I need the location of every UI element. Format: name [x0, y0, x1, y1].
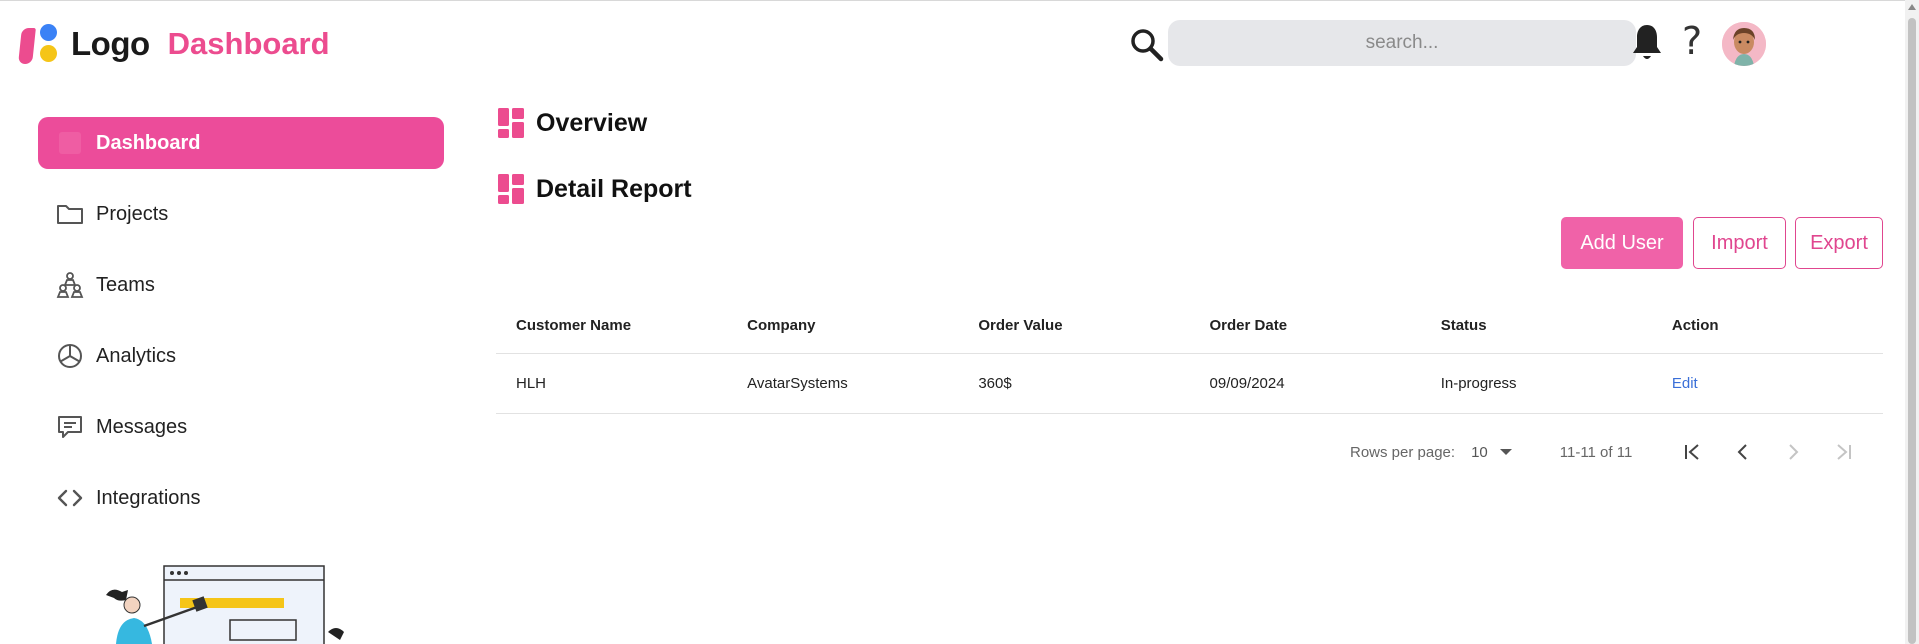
scrollbar-thumb[interactable] — [1908, 18, 1916, 644]
sidebar: Dashboard Projects Teams Analytics Messa… — [38, 117, 444, 543]
sidebar-item-teams[interactable]: Teams — [38, 259, 444, 311]
pagination: Rows per page: 10 11-11 of 11 — [1350, 440, 1880, 464]
table-row: HLH AvatarSystems 360$ 09/09/2024 In-pro… — [496, 354, 1883, 414]
next-page-icon[interactable] — [1780, 440, 1806, 464]
search-box[interactable] — [1168, 20, 1636, 66]
cell-customer-name: HLH — [516, 375, 547, 392]
pie-chart-icon — [56, 342, 84, 370]
export-button[interactable]: Export — [1795, 217, 1883, 269]
vertical-scrollbar[interactable] — [1905, 0, 1919, 644]
dashboard-icon — [56, 129, 84, 157]
caret-down-icon — [1499, 449, 1512, 455]
logo-mark-icon — [18, 24, 60, 64]
column-header-order-value[interactable]: Order Value — [958, 317, 1189, 334]
cell-company: AvatarSystems — [747, 375, 848, 392]
sidebar-item-integrations[interactable]: Integrations — [38, 472, 444, 524]
logo[interactable]: Logo Dashboard — [18, 24, 330, 64]
detail-report-heading: Detail Report — [498, 174, 692, 204]
column-header-customer-name[interactable]: Customer Name — [496, 317, 727, 334]
edit-link[interactable]: Edit — [1652, 375, 1883, 392]
sidebar-item-messages[interactable]: Messages — [38, 401, 444, 453]
page-info: 11-11 of 11 — [1559, 443, 1633, 461]
sidebar-item-label: Messages — [96, 415, 188, 438]
sidebar-item-label: Integrations — [96, 486, 201, 509]
logo-text: Logo — [71, 25, 150, 62]
search-icon[interactable] — [1130, 28, 1164, 62]
code-icon — [56, 484, 84, 512]
add-user-button[interactable]: Add User — [1561, 217, 1683, 269]
help-icon[interactable]: ? — [1682, 22, 1702, 60]
previous-page-icon[interactable] — [1730, 440, 1756, 464]
bell-icon[interactable] — [1632, 22, 1662, 64]
column-header-company[interactable]: Company — [727, 317, 958, 334]
teams-icon — [56, 271, 84, 299]
folder-icon — [56, 200, 84, 228]
sidebar-item-label: Teams — [96, 273, 155, 296]
detail-report-title: Detail Report — [536, 174, 692, 203]
sidebar-item-projects[interactable]: Projects — [38, 188, 444, 240]
app-title: Dashboard — [167, 26, 330, 61]
cell-order-value: 360$ — [978, 375, 1012, 392]
import-button[interactable]: Import — [1693, 217, 1786, 269]
table-header: Customer Name Company Order Value Order … — [496, 298, 1883, 354]
rows-per-page-select[interactable]: 10 — [1471, 444, 1512, 461]
cell-order-date: 09/09/2024 — [1209, 375, 1285, 392]
message-icon — [56, 413, 84, 441]
sidebar-item-analytics[interactable]: Analytics — [38, 330, 444, 382]
sidebar-item-label: Dashboard — [96, 131, 201, 154]
header: Logo Dashboard ? — [0, 0, 1900, 86]
scroll-up-icon[interactable] — [1908, 4, 1916, 10]
last-page-icon[interactable] — [1830, 440, 1856, 464]
first-page-icon[interactable] — [1680, 440, 1706, 464]
sidebar-illustration — [104, 560, 364, 644]
detail-report-table: Customer Name Company Order Value Order … — [496, 298, 1883, 414]
sidebar-item-label: Projects — [96, 202, 169, 225]
cell-status: In-progress — [1440, 375, 1517, 392]
column-header-status[interactable]: Status — [1421, 317, 1652, 334]
avatar[interactable] — [1722, 22, 1766, 66]
search-input[interactable] — [1168, 20, 1636, 66]
column-header-order-date[interactable]: Order Date — [1190, 317, 1421, 334]
overview-title: Overview — [536, 108, 648, 137]
layout-icon — [498, 108, 524, 138]
rows-per-page-value: 10 — [1471, 443, 1488, 461]
overview-heading: Overview — [498, 108, 647, 138]
sidebar-item-dashboard[interactable]: Dashboard — [38, 117, 444, 169]
layout-icon — [498, 174, 524, 204]
column-header-action: Action — [1671, 317, 1719, 334]
rows-per-page-label: Rows per page: — [1350, 443, 1456, 461]
sidebar-item-label: Analytics — [96, 344, 177, 367]
